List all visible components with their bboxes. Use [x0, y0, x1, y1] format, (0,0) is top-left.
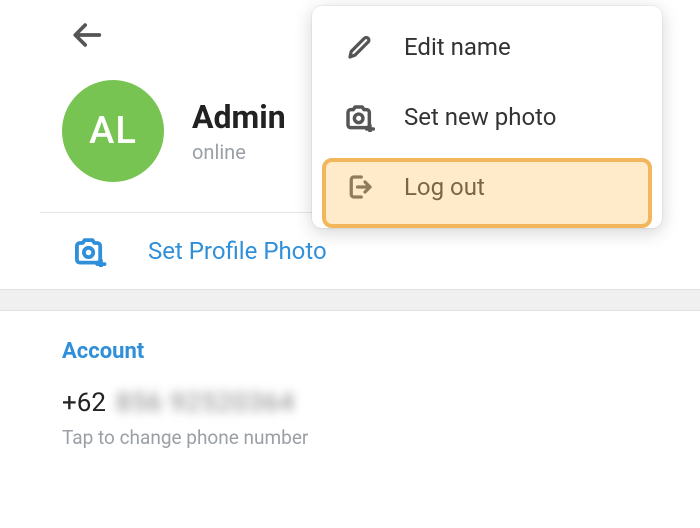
set-profile-photo-label: Set Profile Photo — [148, 237, 327, 265]
back-button[interactable] — [68, 15, 108, 55]
pencil-icon — [340, 32, 380, 62]
menu-item-set-new-photo[interactable]: Set new photo — [312, 82, 662, 152]
arrow-left-icon — [71, 18, 105, 52]
account-section-title: Account — [62, 339, 700, 364]
avatar-initials: AL — [89, 109, 137, 153]
overflow-menu: Edit name Set new photo Log out — [312, 6, 662, 228]
menu-item-edit-name[interactable]: Edit name — [312, 12, 662, 82]
phone-prefix: +62 — [62, 388, 106, 418]
name-block: Admin online — [192, 98, 286, 164]
menu-item-label: Edit name — [404, 33, 511, 61]
menu-item-log-out[interactable]: Log out — [312, 152, 662, 222]
phone-blurred: 856 92520364 — [116, 388, 295, 418]
phone-number-row[interactable]: +62 856 92520364 — [62, 388, 700, 418]
menu-item-label: Log out — [404, 173, 485, 201]
section-gap — [0, 289, 700, 311]
camera-plus-icon — [340, 102, 380, 132]
menu-item-label: Set new photo — [404, 103, 556, 131]
logout-icon — [340, 172, 380, 202]
phone-hint: Tap to change phone number — [62, 426, 700, 449]
account-section: Account +62 856 92520364 Tap to change p… — [0, 311, 700, 449]
camera-plus-icon — [72, 235, 108, 267]
profile-status: online — [192, 140, 286, 164]
avatar[interactable]: AL — [62, 80, 164, 182]
profile-name: Admin — [192, 98, 286, 136]
